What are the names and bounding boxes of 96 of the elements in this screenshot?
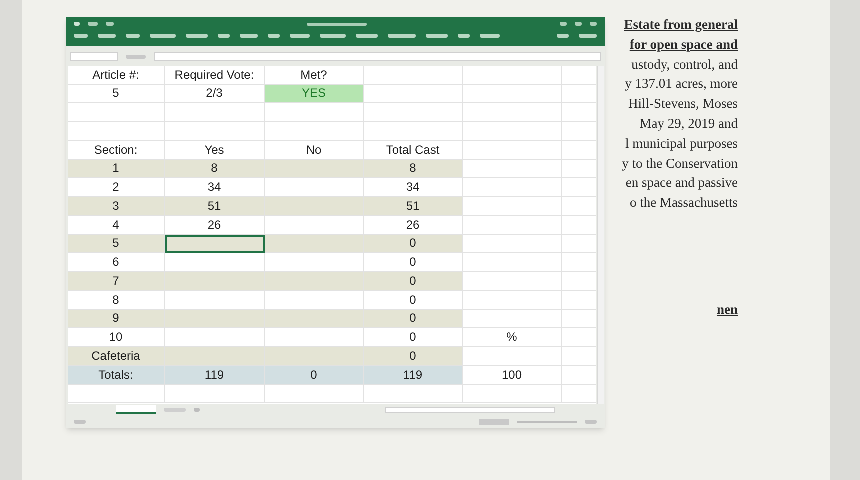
table-cell[interactable] [463, 122, 562, 141]
table-cell[interactable] [463, 253, 562, 272]
table-cell[interactable] [265, 272, 364, 291]
table-cell[interactable]: Cafeteria [68, 347, 165, 366]
table-cell[interactable] [265, 160, 364, 178]
ribbon-tab[interactable] [426, 34, 448, 38]
table-cell[interactable]: 0 [364, 272, 463, 291]
table-cell[interactable] [463, 84, 562, 104]
ribbon-tab[interactable] [126, 34, 140, 38]
table-cell[interactable] [68, 103, 165, 122]
table-cell[interactable] [265, 310, 364, 328]
ribbon-tab[interactable] [218, 34, 230, 38]
view-buttons[interactable] [479, 418, 509, 425]
table-cell[interactable] [463, 272, 562, 291]
ribbon-tab[interactable] [290, 34, 310, 38]
table-cell[interactable] [364, 66, 463, 85]
table-cell[interactable]: 0 [364, 310, 463, 328]
table-cell[interactable] [165, 310, 265, 328]
table-cell[interactable]: 1 [68, 160, 165, 178]
table-cell[interactable]: Article #: [68, 66, 165, 85]
table-cell[interactable]: 7 [68, 272, 165, 291]
table-cell[interactable] [68, 122, 165, 141]
table-cell[interactable] [463, 216, 562, 235]
table-cell[interactable]: % [463, 328, 562, 348]
ribbon-tab[interactable] [458, 34, 470, 38]
table-cell[interactable] [463, 103, 562, 122]
table-cell[interactable] [165, 103, 265, 122]
ribbon-tab[interactable] [480, 34, 500, 38]
table-cell[interactable]: 8 [364, 160, 463, 178]
ribbon-tab[interactable] [74, 34, 88, 38]
ribbon-tab[interactable] [356, 34, 378, 38]
document-line: ustody, control, and [632, 56, 738, 74]
ribbon-tab[interactable] [388, 34, 416, 38]
heading-line: nen [716, 300, 738, 319]
table-cell[interactable] [165, 272, 265, 291]
ribbon-tab[interactable] [150, 34, 176, 38]
table-cell[interactable] [265, 384, 364, 404]
heading-line: Estate from general [624, 16, 738, 34]
horizontal-scrollbar[interactable] [385, 406, 555, 413]
table-cell[interactable] [463, 178, 562, 198]
table-cell[interactable]: 51 [165, 197, 265, 216]
table-cell[interactable]: 3 [68, 197, 165, 216]
table-cell[interactable] [463, 140, 562, 160]
table-cell[interactable]: 51 [364, 197, 463, 216]
table-cell[interactable]: 119 [364, 366, 463, 385]
table-cell[interactable] [364, 84, 463, 104]
document-line: Hill-Stevens, Moses [628, 95, 738, 114]
table-cell[interactable] [364, 122, 463, 141]
vertical-scrollbar[interactable] [597, 66, 604, 404]
table-cell[interactable] [165, 384, 265, 404]
table-cell[interactable] [265, 234, 364, 254]
document-line: y 137.01 acres, more [625, 75, 738, 94]
table-cell[interactable] [463, 347, 562, 366]
table-cell[interactable]: 0 [364, 347, 463, 366]
name-box[interactable] [70, 52, 118, 61]
table-cell[interactable]: 5 [68, 84, 165, 104]
table-cell[interactable] [265, 122, 364, 141]
sheet-tab[interactable] [116, 405, 156, 414]
heading-line: for open space and [630, 36, 738, 54]
document-line: o the Massachusetts [630, 194, 738, 212]
table-cell[interactable] [265, 197, 364, 216]
table-cell[interactable] [463, 290, 562, 310]
table-cell[interactable] [265, 103, 364, 122]
table-cell[interactable]: 119 [165, 366, 265, 385]
table-cell[interactable] [463, 66, 562, 85]
table-cell[interactable]: 8 [165, 160, 265, 178]
table-cell[interactable] [165, 347, 265, 366]
table-cell[interactable] [463, 197, 562, 216]
table-cell[interactable] [463, 310, 562, 328]
table-cell[interactable]: Totals: [68, 366, 165, 385]
table-cell[interactable]: 100 [463, 366, 562, 385]
table-cell[interactable]: YES [265, 84, 364, 104]
table-cell[interactable] [68, 384, 165, 404]
table-cell[interactable] [364, 103, 463, 122]
table-cell[interactable]: 9 [68, 310, 165, 328]
document-line: y to the Conservation [622, 154, 738, 173]
ribbon-tab[interactable] [240, 34, 258, 38]
table-cell[interactable] [463, 384, 562, 404]
ribbon-tab[interactable] [268, 34, 280, 38]
formula-field[interactable] [154, 52, 601, 61]
table-cell[interactable] [265, 347, 364, 366]
table-cell[interactable] [165, 122, 265, 141]
ribbon-tab[interactable] [320, 34, 346, 38]
table-cell[interactable]: 5 [68, 234, 165, 254]
table-cell[interactable] [463, 234, 562, 254]
document-line: May 29, 2019 and [640, 114, 738, 133]
document-line: en space and passive [626, 174, 738, 192]
table-cell[interactable]: 0 [364, 234, 463, 254]
table-cell[interactable] [463, 160, 562, 178]
table-cell[interactable] [165, 234, 265, 254]
document-line: l municipal purposes [626, 134, 738, 153]
table-cell[interactable] [364, 384, 463, 404]
ribbon-tab[interactable] [98, 34, 116, 38]
ribbon-tab[interactable] [186, 34, 208, 38]
table-cell[interactable]: 0 [265, 366, 364, 385]
table-cell[interactable]: Required Vote: [165, 66, 265, 85]
